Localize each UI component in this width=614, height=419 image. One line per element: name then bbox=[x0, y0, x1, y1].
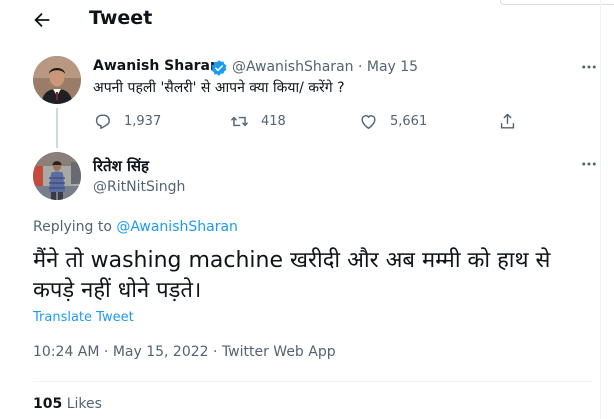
reply-icon bbox=[95, 113, 110, 129]
translate-tweet-link[interactable]: Translate Tweet bbox=[33, 310, 134, 325]
dot-separator: · bbox=[357, 59, 363, 75]
likes-stat[interactable]: 105 Likes bbox=[33, 396, 102, 412]
thread-line bbox=[56, 108, 58, 148]
author-handle[interactable]: @RitNitSingh bbox=[93, 179, 185, 195]
like-button[interactable]: 5,661 bbox=[359, 110, 427, 132]
arrow-left-icon[interactable] bbox=[30, 9, 54, 31]
author-name[interactable]: Awanish Sharan bbox=[93, 58, 220, 74]
page-header: Tweet bbox=[0, 0, 600, 40]
tweet-date[interactable]: May 15, 2022 bbox=[113, 344, 209, 360]
dot-separator: · bbox=[213, 344, 218, 360]
tweet-page: Tweet Awanish Sharan @AwanishSharan · Ma… bbox=[0, 0, 601, 419]
reply-count: 1,937 bbox=[124, 113, 162, 129]
reply-button[interactable]: 1,937 bbox=[93, 110, 161, 132]
more-button[interactable] bbox=[580, 58, 598, 76]
verified-badge-icon bbox=[211, 60, 227, 76]
tweet-meta: 10:24 AM · May 15, 2022 · Twitter Web Ap… bbox=[33, 344, 336, 360]
likes-label: Likes bbox=[66, 396, 102, 412]
author-name[interactable]: रितेश सिंह bbox=[93, 156, 149, 176]
parent-tweet-text: अपनी पहली 'सैलरी' से आपने क्या किया/ करे… bbox=[93, 80, 345, 96]
divider bbox=[33, 381, 593, 382]
share-button[interactable] bbox=[498, 110, 517, 132]
avatar[interactable] bbox=[33, 56, 81, 104]
tweet-text: मैंने तो washing machine खरीदी और अब मम्… bbox=[33, 248, 551, 303]
author-handle-date: @AwanishSharan · May 15 bbox=[232, 59, 418, 75]
replying-prefix: Replying to bbox=[33, 219, 112, 235]
page-title: Tweet bbox=[89, 7, 153, 29]
tweet-time[interactable]: 10:24 AM bbox=[33, 344, 99, 360]
retweet-button[interactable]: 418 bbox=[230, 110, 286, 132]
likes-count: 105 bbox=[33, 396, 63, 412]
share-icon bbox=[500, 113, 515, 129]
dot-separator: · bbox=[103, 344, 109, 360]
author-handle[interactable]: @AwanishSharan bbox=[232, 59, 354, 75]
more-dots-icon[interactable] bbox=[580, 58, 598, 76]
retweet-count: 418 bbox=[261, 113, 286, 129]
retweet-icon bbox=[230, 116, 249, 126]
more-dots-icon[interactable] bbox=[580, 155, 598, 173]
tweet-date[interactable]: May 15 bbox=[367, 59, 418, 75]
avatar[interactable] bbox=[33, 152, 81, 200]
more-button[interactable] bbox=[580, 155, 598, 173]
replying-to: Replying to @AwanishSharan bbox=[33, 219, 238, 235]
replying-to-link[interactable]: @AwanishSharan bbox=[116, 219, 238, 235]
like-count: 5,661 bbox=[390, 113, 428, 129]
tweet-source[interactable]: Twitter Web App bbox=[222, 344, 336, 360]
heart-icon bbox=[361, 114, 376, 129]
